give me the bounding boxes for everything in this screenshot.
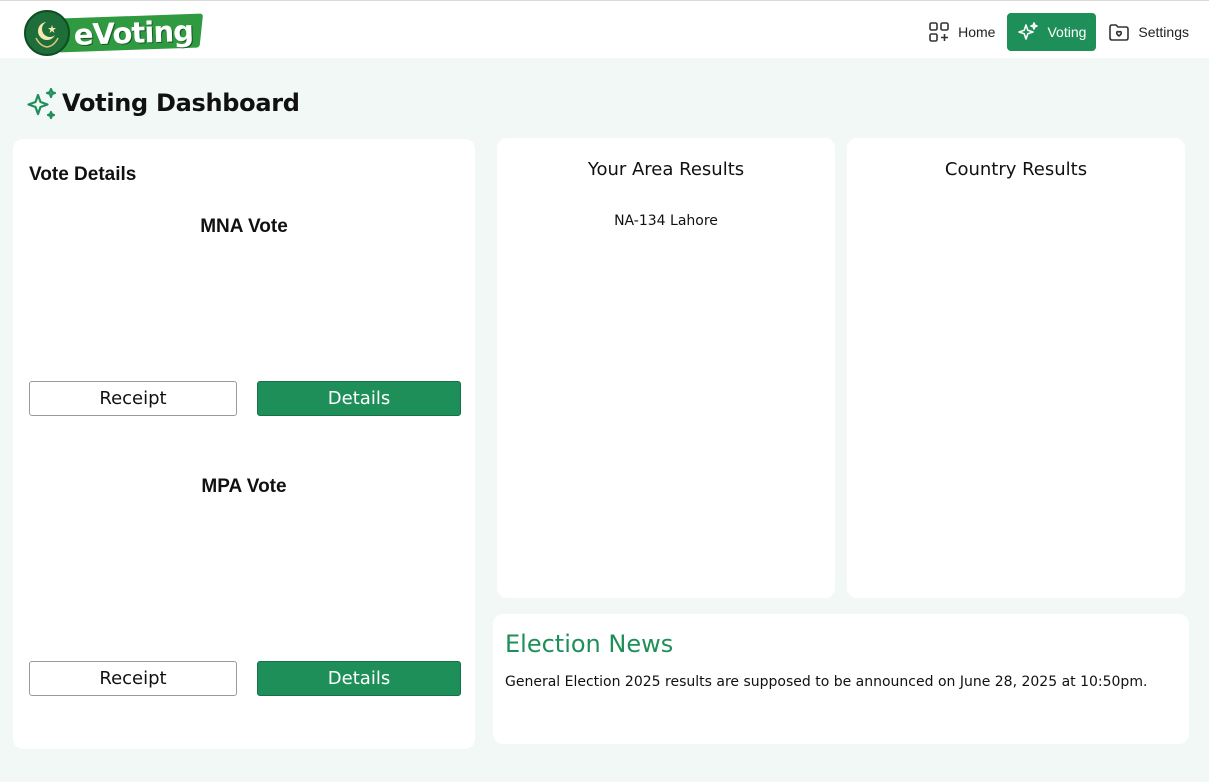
mpa-vote-title: MPA Vote [201,476,287,497]
mna-details-button[interactable]: Details [257,381,461,416]
page-title-text: Voting Dashboard [62,89,300,117]
area-results-card: Your Area Results NA-134 Lahore [497,138,835,598]
nav-voting-label: Voting [1047,24,1087,40]
mna-receipt-button[interactable]: Receipt [29,381,237,416]
nav-home[interactable]: Home [918,13,1005,51]
crescent-emblem-icon [24,10,70,56]
main-nav: Home Voting Settings [918,13,1199,51]
nav-voting[interactable]: Voting [1007,13,1097,51]
country-results-title: Country Results [944,159,1088,180]
top-header: eVoting Home Voting Settings [0,0,1209,58]
sparkles-icon [1018,22,1039,40]
nav-settings-label: Settings [1138,24,1189,40]
election-news-title: Election News [505,630,674,658]
logo-text: eVoting [73,13,194,52]
page-title: Voting Dashboard [26,86,300,120]
vote-details-title: Vote Details [29,164,137,185]
area-results-title: Your Area Results [587,159,745,180]
constituency-label: NA-134 Lahore [614,213,718,229]
election-news-text: General Election 2025 results are suppos… [505,674,1148,690]
country-results-card: Country Results [847,138,1185,598]
nav-home-label: Home [958,24,996,40]
election-news-card: Election News General Election 2025 resu… [493,614,1189,744]
vote-details-card: Vote Details MNA Vote Receipt Details MP… [13,139,475,749]
mpa-receipt-button[interactable]: Receipt [29,661,237,696]
sparkles-icon [27,87,57,120]
mna-vote-title: MNA Vote [200,216,288,237]
mpa-details-button[interactable]: Details [257,661,461,696]
logo-banner: eVoting [57,13,203,53]
nav-settings[interactable]: Settings [1098,13,1199,51]
settings-folder-icon [1109,24,1130,41]
grid-plus-icon [929,22,949,42]
evoting-logo[interactable]: eVoting [24,9,203,57]
